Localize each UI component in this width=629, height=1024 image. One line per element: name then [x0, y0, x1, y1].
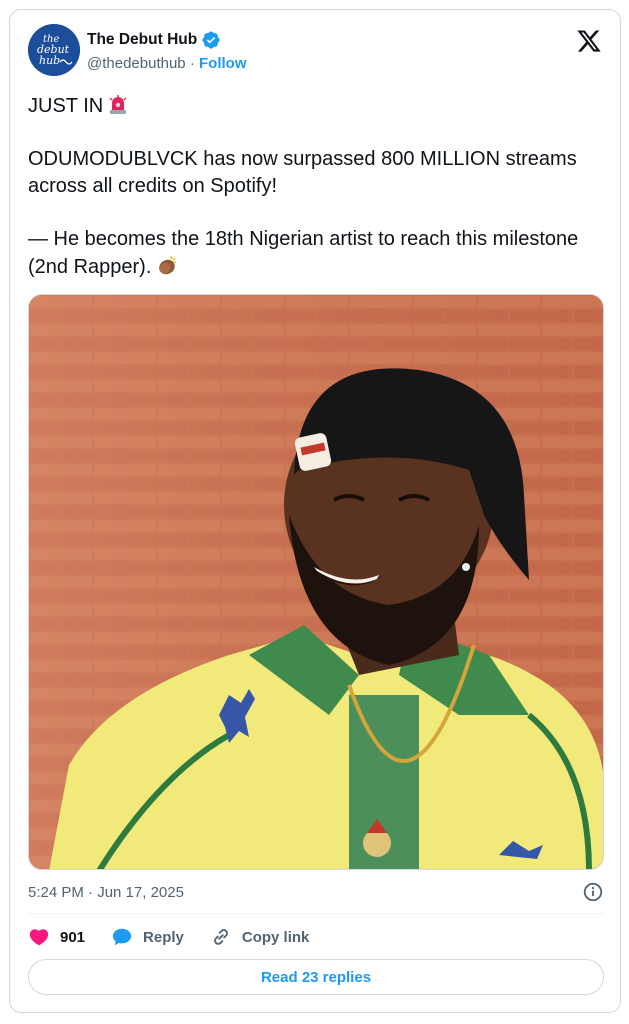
author-name-row: The Debut Hub: [87, 30, 221, 50]
author-handle-row: @thedebuthub · Follow: [87, 55, 247, 72]
like-count: 901: [60, 928, 86, 946]
info-icon[interactable]: [582, 881, 604, 903]
verified-badge-icon: [202, 31, 220, 49]
artist-photo: [29, 295, 603, 869]
follow-link[interactable]: Follow: [199, 55, 247, 72]
tweet-line-3: — He becomes the 18th Nigerian artist to…: [28, 228, 579, 278]
author-display-name[interactable]: The Debut Hub: [87, 31, 197, 49]
x-logo-icon[interactable]: [576, 28, 602, 54]
tweet-line-1: JUST IN: [28, 93, 608, 120]
copy-link-button[interactable]: Copy link: [210, 926, 310, 948]
svg-text:hub: hub: [39, 54, 60, 67]
author-handle[interactable]: @thedebuthub: [87, 55, 186, 72]
tweet-photo[interactable]: [28, 294, 604, 870]
clapping-hands-emoji: [159, 255, 177, 275]
tweet-line-2: ODUMODUBLVCK has now surpassed 800 MILLI…: [28, 148, 577, 197]
timestamp-row: 5:24 PM · Jun 17, 2025: [28, 880, 604, 904]
divider: [28, 913, 604, 914]
avatar-logo: the debut hub: [28, 24, 80, 76]
siren-emoji: [109, 95, 127, 114]
link-icon: [214, 929, 228, 945]
copy-link-label: Copy link: [241, 928, 310, 946]
tweet-timestamp[interactable]: 5:24 PM · Jun 17, 2025: [28, 884, 184, 901]
read-replies-button[interactable]: Read 23 replies: [28, 959, 604, 995]
tweet-card: the debut hub The Debut Hub @thedebuthub…: [9, 9, 621, 1013]
author-avatar[interactable]: the debut hub: [28, 24, 80, 76]
handle-separator: ·: [185, 55, 199, 72]
action-bar: 901 Reply Copy link: [28, 924, 335, 950]
reply-label: Reply: [143, 928, 184, 946]
tweet-text: JUST IN ODUMODUBLVCK has now surpassed 8…: [28, 93, 608, 281]
like-button[interactable]: 901: [28, 926, 85, 948]
heart-icon: [29, 929, 49, 946]
reply-button[interactable]: Reply: [111, 926, 184, 948]
speech-bubble-icon: [112, 928, 132, 946]
